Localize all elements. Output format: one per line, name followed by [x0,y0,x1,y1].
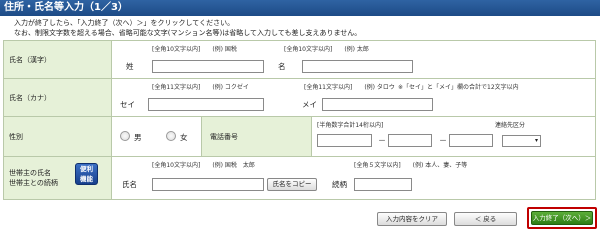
name-kanji-label: 氏名（漢字） [3,40,112,79]
help-icon-line-2: 機能 [80,175,93,183]
gender-field: 男 女 [111,116,202,157]
relation-input[interactable] [354,178,412,191]
relation-hint: [全角５文字以内] (例) 本人、妻、子等 [354,162,468,169]
name-kanji-field: [全角10文字以内] (例) 国税 [全角10文字以内] (例) 太郎 姓 名 [111,40,596,79]
contact-type-select[interactable]: ▾ [502,135,541,147]
phone-part2-input[interactable] [388,134,432,147]
mei-kana-label: メイ [302,100,317,109]
phone-dash-1: － [378,136,386,145]
householder-label: 世帯主の氏名 世帯主との続柄 便利 機能 [3,156,112,200]
mei-kana-hint: [全角11文字以内] (例) タロウ [304,84,395,91]
phone-part1-input[interactable] [317,134,372,147]
sei-kanji-label: 姓 [126,62,134,71]
convenient-function-icon[interactable]: 便利 機能 [75,163,98,185]
mei-kana-input[interactable] [322,98,433,111]
mei-kanji-hint: [全角10文字以内] (例) 太郎 [284,46,369,53]
copy-name-button[interactable]: 氏名をコピー [267,178,317,191]
input-form: 氏名（漢字） [全角10文字以内] (例) 国税 [全角10文字以内] (例) … [3,40,596,200]
mei-kanji-input[interactable] [302,60,413,73]
sei-kanji-input[interactable] [152,60,264,73]
relation-label: 続柄 [332,180,347,189]
phone-hint: [半角数字合計14桁以内] [317,122,384,129]
row-name-kana: 氏名（カナ） [全角11文字以内] (例) コクゼイ [全角11文字以内] (例… [3,78,596,117]
help-icon-line-1: 便利 [80,165,93,173]
female-label: 女 [180,133,188,142]
row-name-kanji: 氏名（漢字） [全角10文字以内] (例) 国税 [全角10文字以内] (例) … [3,40,596,79]
clear-button[interactable]: 入力内容をクリア [377,212,447,226]
name-kana-label: 氏名（カナ） [3,78,112,117]
householder-name-input[interactable] [152,178,264,191]
female-radio[interactable] [166,131,176,141]
row-gender-phone: 性別 男 女 電話番号 [半角数字合計14桁以内] 連絡先区分 － － ▾ [3,116,596,157]
kana-length-note: ※「セイ」と「メイ」欄の合計で12文字以内 [398,84,519,91]
instructions: 入力が終了したら、「入力終了（次へ）＞」をクリックしてください。 なお、制限文字… [14,18,361,38]
phone-part3-input[interactable] [449,134,493,147]
phone-label: 電話番号 [201,116,312,157]
householder-field: [全角10文字以内] (例) 国税 太郎 [全角５文字以内] (例) 本人、妻、… [111,156,596,200]
contact-type-label: 連絡先区分 [495,122,526,129]
instruction-line-1: 入力が終了したら、「入力終了（次へ）＞」をクリックしてください。 [14,19,235,27]
sei-kana-hint: [全角11文字以内] (例) コクゼイ [152,84,249,91]
dropdown-arrow-icon: ▾ [534,137,538,144]
householder-name-hint: [全角10文字以内] (例) 国税 太郎 [152,162,255,169]
page-title: 住所・氏名等入力（1／3） [0,0,600,16]
name-kana-field: [全角11文字以内] (例) コクゼイ [全角11文字以内] (例) タロウ ※… [111,78,596,117]
back-button[interactable]: ＜ 戻る [454,212,517,226]
instruction-line-2: なお、制限文字数を超える場合、省略可能な文字(マンション名等)は省略して入力して… [14,29,362,37]
sei-kanji-hint: [全角10文字以内] (例) 国税 [152,46,237,53]
phone-field: [半角数字合計14桁以内] 連絡先区分 － － ▾ [311,116,596,157]
gender-label: 性別 [3,116,112,157]
sei-kana-input[interactable] [148,98,264,111]
row-householder: 世帯主の氏名 世帯主との続柄 便利 機能 [全角10文字以内] (例) 国税 太… [3,156,596,200]
phone-dash-2: － [439,136,447,145]
sei-kana-label: セイ [120,100,135,109]
male-label: 男 [134,133,142,142]
next-button[interactable]: 入力終了（次へ）＞ [531,211,593,225]
male-radio[interactable] [120,131,130,141]
householder-name-field-label: 氏名 [122,180,137,189]
mei-kanji-label: 名 [278,62,286,71]
